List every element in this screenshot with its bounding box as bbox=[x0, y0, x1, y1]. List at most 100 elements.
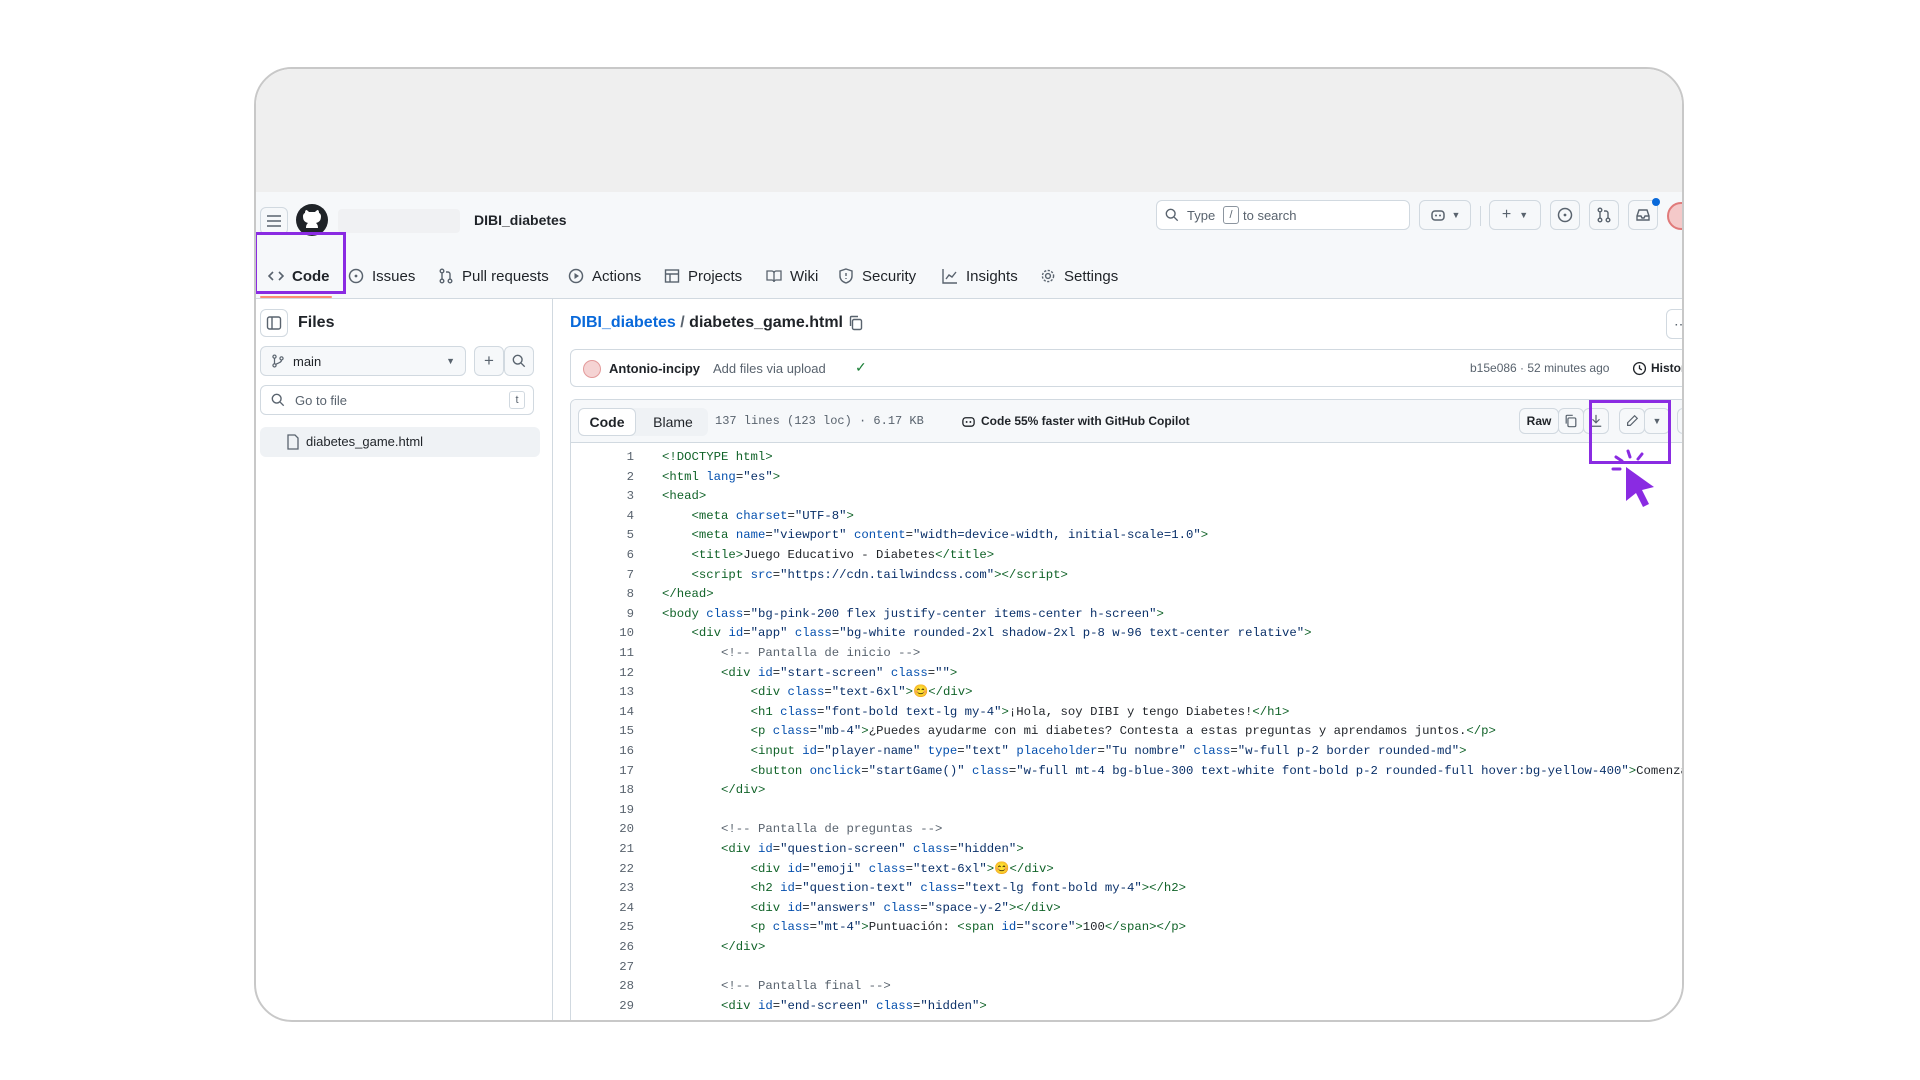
line-content: <button onclick="startGame()" class="w-f… bbox=[750, 763, 1682, 778]
menu-button[interactable] bbox=[260, 207, 288, 235]
search-placeholder-prefix: Type bbox=[1187, 208, 1216, 223]
pull-requests-button[interactable] bbox=[1589, 200, 1619, 230]
search-icon bbox=[1165, 208, 1179, 222]
code-line: 11 <!-- Pantalla de inicio --> bbox=[571, 646, 920, 666]
line-number[interactable]: 9 bbox=[571, 607, 662, 627]
raw-button-label: Raw bbox=[1526, 414, 1552, 428]
line-number[interactable]: 10 bbox=[571, 626, 662, 646]
history-link[interactable]: History bbox=[1651, 361, 1682, 375]
branch-selector[interactable]: main ▼ bbox=[260, 346, 466, 376]
chevron-down-icon: ▼ bbox=[1519, 210, 1529, 220]
line-number[interactable]: 29 bbox=[571, 999, 662, 1019]
plus-icon: + bbox=[484, 351, 494, 370]
line-number[interactable]: 27 bbox=[571, 960, 662, 980]
tab-pull-requests[interactable]: Pull requests bbox=[438, 265, 549, 287]
blame-view-tab[interactable]: Blame bbox=[641, 408, 705, 436]
tab-wiki[interactable]: Wiki bbox=[766, 265, 818, 287]
breadcrumb-separator: / bbox=[680, 314, 685, 331]
code-line: 18 </div> bbox=[571, 783, 765, 803]
line-number[interactable]: 6 bbox=[571, 548, 662, 568]
copy-raw-button[interactable] bbox=[1558, 408, 1584, 434]
inbox-button[interactable] bbox=[1628, 198, 1660, 230]
more-options-button[interactable]: ⋯ bbox=[1666, 309, 1682, 339]
code-view-tab[interactable]: Code bbox=[578, 408, 636, 436]
line-number[interactable]: 28 bbox=[571, 979, 662, 999]
line-number[interactable]: 23 bbox=[571, 881, 662, 901]
line-content: <h2 id="question-text" class="text-lg fo… bbox=[750, 881, 1187, 896]
code-line: 12 <div id="start-screen" class=""> bbox=[571, 666, 957, 686]
line-content: <!-- Pantalla de inicio --> bbox=[721, 646, 921, 660]
cursor-pointer-icon bbox=[1611, 449, 1654, 507]
tab-settings[interactable]: Settings bbox=[1040, 265, 1118, 287]
tab-projects[interactable]: Projects bbox=[664, 265, 742, 287]
search-shortcut-key: / bbox=[1223, 206, 1239, 224]
breadcrumb-repo-link[interactable]: DIBI_diabetes bbox=[570, 314, 676, 331]
line-number[interactable]: 2 bbox=[571, 470, 662, 490]
owner-name-redacted[interactable] bbox=[338, 209, 460, 233]
global-header: DIBI_diabetes Type / to search ▼ + ▼ bbox=[256, 192, 1682, 252]
line-content: <meta name="viewport" content="width=dev… bbox=[691, 528, 1209, 543]
line-number[interactable]: 16 bbox=[571, 744, 662, 764]
line-number[interactable]: 17 bbox=[571, 764, 662, 784]
copy-path-icon[interactable] bbox=[848, 315, 864, 331]
commit-author[interactable]: Antonio-incipy bbox=[609, 361, 700, 376]
code-line: 15 <p class="mb-4">¿Puedes ayudarme con … bbox=[571, 724, 1496, 744]
issues-button[interactable] bbox=[1550, 200, 1580, 230]
tab-issues[interactable]: Issues bbox=[348, 265, 415, 287]
gear-icon bbox=[1041, 269, 1055, 283]
browser-frame: DIBI_diabetes Type / to search ▼ + ▼ Cod… bbox=[254, 67, 1684, 1022]
line-number[interactable]: 21 bbox=[571, 842, 662, 862]
line-number[interactable]: 26 bbox=[571, 940, 662, 960]
line-number[interactable]: 3 bbox=[571, 489, 662, 509]
repo-name-link[interactable]: DIBI_diabetes bbox=[474, 212, 567, 228]
search-files-button[interactable] bbox=[504, 346, 534, 376]
line-number[interactable]: 25 bbox=[571, 920, 662, 940]
code-line: 5 <meta name="viewport" content="width=d… bbox=[571, 528, 1209, 548]
tab-security[interactable]: Security bbox=[838, 265, 916, 287]
line-number[interactable]: 5 bbox=[571, 528, 662, 548]
add-file-button[interactable]: + bbox=[474, 346, 504, 376]
sidebar-collapse-icon bbox=[266, 316, 282, 330]
collapse-sidebar-button[interactable] bbox=[260, 309, 288, 337]
symbols-button[interactable] bbox=[1677, 408, 1682, 434]
line-content: <!DOCTYPE html> bbox=[662, 450, 773, 464]
line-number[interactable]: 8 bbox=[571, 587, 662, 607]
raw-button[interactable]: Raw bbox=[1519, 408, 1559, 434]
line-number[interactable]: 11 bbox=[571, 646, 662, 666]
go-to-file-placeholder: Go to file bbox=[295, 393, 348, 408]
copilot-promo-link[interactable]: Code 55% faster with GitHub Copilot bbox=[981, 414, 1190, 428]
pull-request-icon bbox=[439, 268, 453, 284]
avatar[interactable] bbox=[1667, 202, 1682, 230]
line-number[interactable]: 19 bbox=[571, 803, 662, 823]
go-to-file-input[interactable]: Go to file t bbox=[260, 385, 534, 415]
file-tree-item[interactable]: diabetes_game.html bbox=[260, 427, 540, 457]
breadcrumb: DIBI_diabetes / diabetes_game.html bbox=[570, 314, 843, 332]
tab-actions[interactable]: Actions bbox=[568, 265, 641, 287]
search-input[interactable]: Type / to search bbox=[1156, 200, 1410, 230]
chevron-down-icon: ▼ bbox=[446, 356, 455, 366]
inbox-icon bbox=[1636, 209, 1650, 221]
commit-message[interactable]: Add files via upload bbox=[713, 361, 826, 376]
latest-commit-box: Antonio-incipy Add files via upload ✓ b1… bbox=[570, 349, 1682, 387]
line-number[interactable]: 7 bbox=[571, 568, 662, 588]
author-avatar[interactable] bbox=[583, 360, 601, 378]
line-number[interactable]: 22 bbox=[571, 862, 662, 882]
line-number[interactable]: 24 bbox=[571, 901, 662, 921]
line-number[interactable]: 12 bbox=[571, 666, 662, 686]
line-number[interactable]: 18 bbox=[571, 783, 662, 803]
line-number[interactable]: 14 bbox=[571, 705, 662, 725]
line-content: <title>Juego Educativo - Diabetes</title… bbox=[691, 548, 995, 562]
create-new-button[interactable]: + ▼ bbox=[1489, 200, 1541, 230]
tab-actions-label: Actions bbox=[592, 267, 642, 285]
line-number[interactable]: 20 bbox=[571, 822, 662, 842]
line-number[interactable]: 15 bbox=[571, 724, 662, 744]
copilot-button[interactable]: ▼ bbox=[1419, 200, 1471, 230]
tab-security-label: Security bbox=[862, 267, 917, 285]
line-number[interactable]: 13 bbox=[571, 685, 662, 705]
line-number[interactable]: 1 bbox=[571, 450, 662, 470]
commit-hash-time[interactable]: b15e086 · 52 minutes ago bbox=[1470, 361, 1609, 375]
tab-insights[interactable]: Insights bbox=[942, 265, 1018, 287]
line-number[interactable]: 4 bbox=[571, 509, 662, 529]
code-line: 17 <button onclick="startGame()" class="… bbox=[571, 763, 1682, 784]
tab-settings-label: Settings bbox=[1064, 267, 1119, 285]
